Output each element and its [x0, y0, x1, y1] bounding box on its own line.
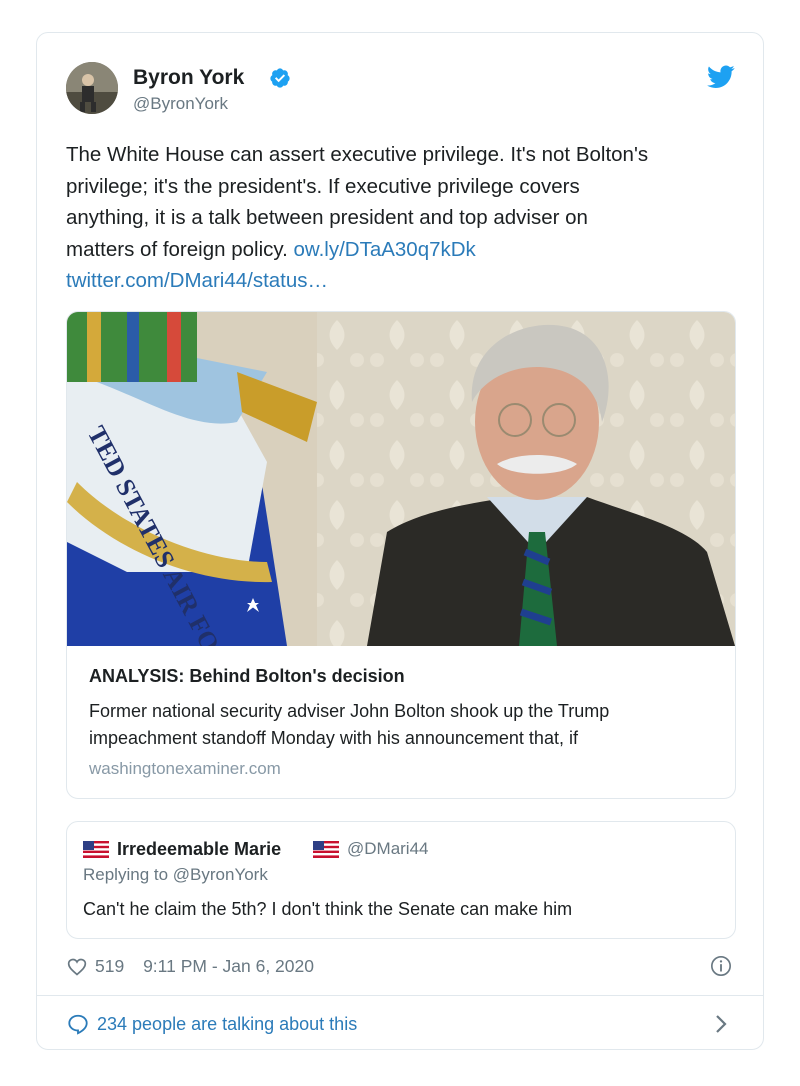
quoted-tweet[interactable]: Irredeemable Marie @DMari44 Replying to …: [66, 821, 736, 939]
quoted-author-handle[interactable]: @DMari44: [347, 839, 429, 859]
twitter-bird-icon[interactable]: [707, 65, 735, 89]
article-short-link[interactable]: ow.ly/DTaA30q7kDk: [294, 238, 476, 261]
embedded-tweet-card: Byron York @ByronYork The White House ca…: [36, 32, 764, 1050]
us-flag-icon: [83, 841, 109, 858]
link-preview-card[interactable]: TED STATES AIR FORCE ANALYSIS: Behind Bo…: [66, 311, 736, 799]
info-icon[interactable]: [710, 955, 732, 977]
author-handle[interactable]: @ByronYork: [133, 94, 228, 114]
like-count[interactable]: 519: [95, 956, 124, 976]
author-avatar[interactable]: [66, 62, 118, 114]
chevron-right-icon[interactable]: [713, 1013, 729, 1035]
heart-icon[interactable]: [67, 957, 87, 977]
quoted-status-link[interactable]: twitter.com/DMari44/status…: [66, 269, 328, 292]
link-card-description-line: Former national security adviser John Bo…: [89, 701, 610, 721]
tweet-text: The White House can assert executive pri…: [66, 139, 736, 297]
link-card-description: Former national security adviser John Bo…: [89, 698, 719, 752]
quoted-tweet-text: Can't he claim the 5th? I don't think th…: [83, 899, 573, 919]
tweet-timestamp[interactable]: 9:11 PM - Jan 6, 2020: [143, 956, 314, 976]
us-flag-icon: [313, 841, 339, 858]
replying-to: Replying to @ByronYork: [83, 865, 268, 884]
footer-divider: [37, 995, 763, 996]
author-name[interactable]: Byron York: [133, 66, 244, 90]
tweet-text-line: privilege; it's the president's. If exec…: [66, 174, 580, 198]
tweet-text-line: The White House can assert executive pri…: [66, 143, 649, 166]
speech-bubble-icon[interactable]: [67, 1013, 89, 1035]
link-card-description-line: impeachment standoff Monday with his ann…: [89, 728, 578, 748]
verified-badge-icon: [270, 68, 290, 88]
tweet-text-line: matters of foreign policy.: [66, 237, 288, 261]
tweet-meta: 519 9:11 PM - Jan 6, 2020: [95, 956, 328, 977]
article-image: TED STATES AIR FORCE: [67, 312, 735, 646]
link-card-domain: washingtonexaminer.com: [89, 759, 281, 778]
link-card-title: ANALYSIS: Behind Bolton's decision: [89, 666, 405, 686]
quoted-author-name[interactable]: Irredeemable Marie: [117, 839, 281, 860]
tweet-text-line: anything, it is a talk between president…: [66, 206, 588, 229]
conversation-link[interactable]: 234 people are talking about this: [97, 1014, 357, 1035]
